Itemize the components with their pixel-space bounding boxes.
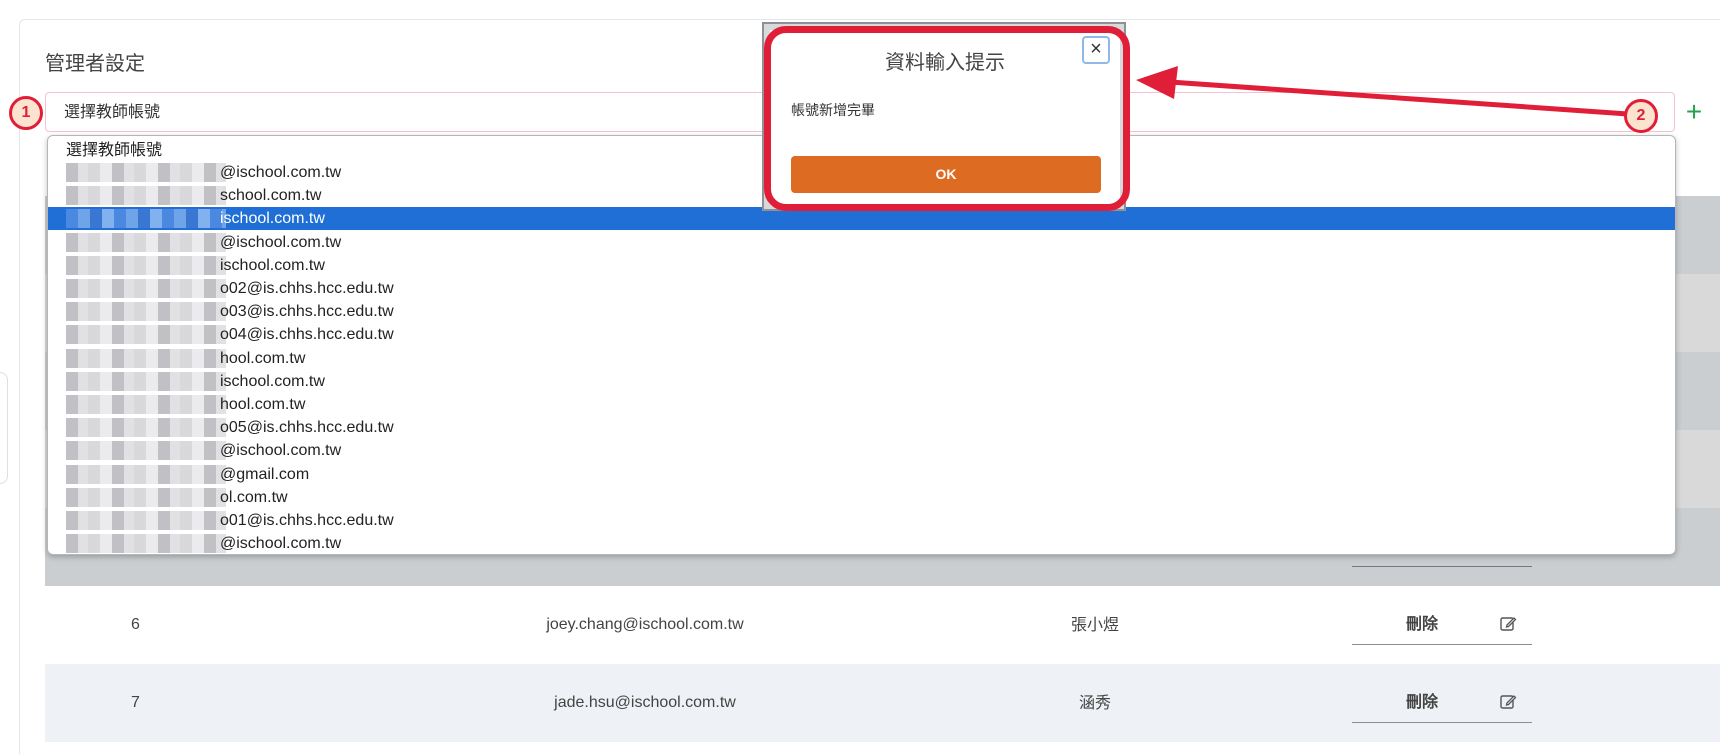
dropdown-option[interactable]: ol.com.tw (48, 486, 1675, 509)
dropdown-option[interactable]: @ischool.com.tw (48, 532, 1675, 554)
annotation-marker-2: 2 (1624, 99, 1658, 133)
option-email-suffix: @ischool.com.tw (220, 442, 342, 460)
row-number: 6 (131, 616, 140, 633)
dropdown-option[interactable]: ischool.com.tw (48, 370, 1675, 393)
redacted-account-prefix (66, 209, 226, 229)
table-row: 6 joey.chang@ischool.com.tw 張小煜 刪除 (45, 586, 1720, 664)
redacted-account-prefix (66, 186, 226, 206)
row-account: joey.chang@ischool.com.tw (546, 616, 744, 633)
redacted-account-prefix (66, 395, 226, 414)
edit-icon[interactable] (1499, 693, 1517, 711)
dropdown-option[interactable]: o03@is.chhs.hcc.edu.tw (48, 300, 1675, 323)
dropdown-option[interactable]: o04@is.chhs.hcc.edu.tw (48, 323, 1675, 346)
option-email-suffix: @ischool.com.tw (220, 535, 342, 553)
redacted-account-prefix (66, 163, 226, 182)
dropdown-option[interactable]: hool.com.tw (48, 393, 1675, 416)
row-account: jade.hsu@ischool.com.tw (554, 694, 736, 711)
redacted-account-prefix (66, 487, 226, 507)
row-actions: 刪除 (1352, 684, 1532, 723)
dropdown-option[interactable]: ischool.com.tw (48, 254, 1675, 277)
option-email-suffix: ol.com.tw (220, 488, 288, 506)
redacted-account-prefix (66, 534, 226, 554)
redacted-account-prefix (66, 441, 226, 461)
row-name: 涵秀 (1078, 693, 1111, 712)
annotation-marker-1: 1 (9, 96, 43, 130)
option-email-suffix: @ischool.com.tw (220, 233, 342, 251)
option-email-suffix: school.com.tw (220, 187, 322, 205)
dropdown-option[interactable]: o02@is.chhs.hcc.edu.tw (48, 277, 1675, 300)
edit-icon[interactable] (1499, 615, 1517, 633)
dropdown-option[interactable]: o01@is.chhs.hcc.edu.tw (48, 509, 1675, 532)
redacted-account-prefix (66, 371, 226, 391)
dropdown-option[interactable]: hool.com.tw (48, 347, 1675, 370)
annotation-highlight-box (764, 26, 1130, 211)
option-email-suffix: hool.com.tw (220, 349, 306, 367)
redacted-account-prefix (66, 418, 226, 438)
delete-button[interactable]: 刪除 (1392, 606, 1452, 642)
dropdown-option[interactable]: @gmail.com (48, 463, 1675, 486)
plus-icon[interactable]: + (1682, 98, 1706, 126)
side-handle[interactable] (0, 372, 8, 484)
stage: 管理者設定 選擇教師帳號 + 5 nana.chang@ischool.com.… (0, 0, 1720, 754)
redacted-account-prefix (66, 255, 226, 275)
option-email-suffix: hool.com.tw (220, 396, 306, 413)
option-email-suffix: @gmail.com (220, 465, 310, 483)
redacted-account-prefix (66, 325, 226, 345)
table-row: 7 jade.hsu@ischool.com.tw 涵秀 刪除 (45, 664, 1720, 742)
redacted-account-prefix (66, 511, 226, 530)
redacted-account-prefix (66, 279, 226, 298)
option-email-suffix: o01@is.chhs.hcc.edu.tw (220, 512, 394, 529)
dropdown-option[interactable]: @ischool.com.tw (48, 231, 1675, 254)
option-email-suffix: ischool.com.tw (220, 372, 325, 390)
page-title: 管理者設定 (45, 51, 145, 75)
option-email-suffix: ischool.com.tw (220, 210, 325, 228)
redacted-account-prefix (66, 232, 226, 252)
option-email-suffix: o03@is.chhs.hcc.edu.tw (220, 303, 394, 321)
dropdown-option[interactable]: @ischool.com.tw (48, 439, 1675, 462)
redacted-account-prefix (66, 348, 226, 368)
row-name: 張小煜 (1070, 615, 1119, 634)
option-email-suffix: o05@is.chhs.hcc.edu.tw (220, 419, 394, 437)
dropdown-option[interactable]: o05@is.chhs.hcc.edu.tw (48, 416, 1675, 439)
option-email-suffix: @ischool.com.tw (220, 164, 342, 181)
row-actions: 刪除 (1352, 606, 1532, 645)
row-number: 7 (131, 694, 140, 711)
option-email-suffix: ischool.com.tw (220, 256, 325, 274)
delete-button[interactable]: 刪除 (1392, 684, 1452, 720)
option-email-suffix: o04@is.chhs.hcc.edu.tw (220, 326, 394, 344)
redacted-account-prefix (66, 464, 226, 484)
option-email-suffix: o02@is.chhs.hcc.edu.tw (220, 280, 394, 297)
redacted-account-prefix (66, 302, 226, 322)
